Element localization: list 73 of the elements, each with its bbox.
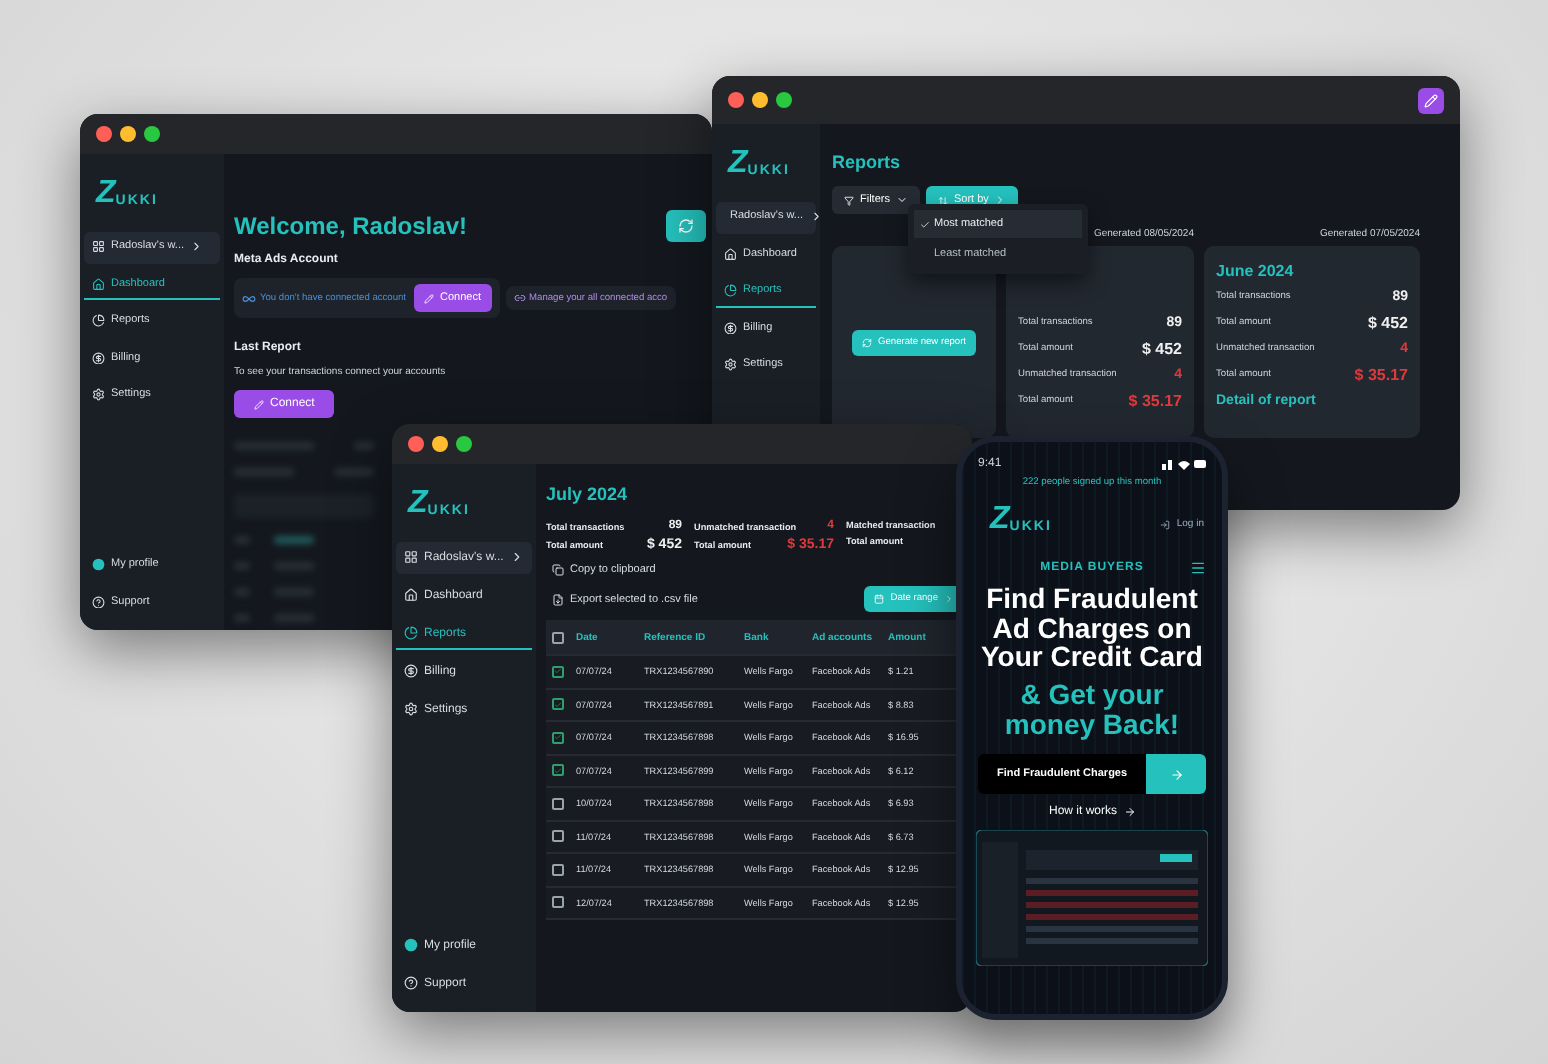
stat-value: $ 35.17: [1128, 392, 1182, 410]
checkbox[interactable]: [552, 863, 564, 876]
stat-value: $ 452: [1367, 314, 1408, 332]
user-dot-icon: [404, 938, 418, 952]
login-icon: [1160, 519, 1171, 529]
calendar-icon: [874, 594, 885, 604]
status-icons: [1162, 458, 1206, 470]
home-icon: [92, 277, 105, 290]
hero-accent: & Get your money Back!: [1002, 680, 1182, 739]
minimize-button[interactable]: [120, 126, 136, 142]
chevron-right-icon: [994, 194, 1007, 206]
home-icon: [724, 247, 737, 260]
chevron-right-icon: [190, 240, 204, 253]
dollar-icon: [724, 321, 737, 334]
filter-icon: [844, 195, 854, 205]
refresh-icon: [862, 337, 872, 347]
infinity-icon: [242, 291, 256, 305]
close-button[interactable]: [728, 92, 744, 108]
checkbox[interactable]: [552, 764, 564, 777]
settings-icon: [92, 388, 105, 401]
pie-chart-icon: [404, 626, 418, 640]
arrow-right-icon: [1169, 767, 1183, 782]
chevron-right-icon: [944, 594, 954, 604]
checkbox[interactable]: [552, 665, 564, 678]
edit-button[interactable]: [1418, 87, 1444, 113]
chevron-down-icon: [895, 194, 908, 206]
page-heading: July 2024: [546, 484, 630, 504]
close-button[interactable]: [96, 126, 112, 142]
pencil-icon: [254, 399, 264, 409]
pie-chart-icon: [724, 284, 737, 297]
pie-chart-icon: [92, 314, 105, 327]
stat-value: $ 35.17: [1354, 366, 1408, 384]
arrow-right-icon: [1123, 806, 1135, 819]
page-heading: Reports: [832, 152, 903, 172]
file-icon: [552, 594, 564, 606]
checkbox[interactable]: [552, 631, 564, 643]
copy-icon: [552, 564, 564, 576]
settings-icon: [404, 702, 418, 716]
maximize-button[interactable]: [456, 436, 472, 452]
pencil-icon: [424, 293, 435, 303]
report-title: June 2024: [1216, 262, 1296, 280]
minimize-button[interactable]: [432, 436, 448, 452]
welcome-heading: Welcome, Radoslav!: [234, 212, 467, 240]
sort-icon: [937, 195, 948, 205]
dollar-icon: [92, 351, 105, 364]
stat-value: $ 452: [1141, 340, 1182, 358]
user-dot-icon: [92, 558, 105, 571]
close-button[interactable]: [408, 436, 424, 452]
help-icon: [92, 595, 105, 608]
menu-icon[interactable]: [1189, 560, 1206, 576]
arrow-button[interactable]: [1146, 754, 1206, 795]
checkbox[interactable]: [552, 830, 564, 843]
dollar-icon: [404, 664, 418, 678]
checkbox[interactable]: [552, 896, 564, 909]
hero-headline: Find Fraudulent Ad Charges on Your Credit Card: [979, 584, 1205, 673]
checkbox[interactable]: [552, 797, 564, 810]
settings-icon: [724, 358, 737, 371]
chevron-right-icon: [809, 210, 823, 223]
link-icon: [513, 292, 526, 304]
refresh-icon: [678, 218, 694, 234]
maximize-button[interactable]: [144, 126, 160, 142]
minimize-button[interactable]: [752, 92, 768, 108]
checkbox[interactable]: [552, 698, 564, 711]
grid-icon: [404, 550, 418, 564]
home-icon: [404, 588, 418, 602]
maximize-button[interactable]: [776, 92, 792, 108]
checkbox[interactable]: [552, 731, 564, 744]
chevron-right-icon: [509, 550, 524, 564]
refresh-button[interactable]: [666, 210, 706, 242]
check-icon: [920, 219, 930, 229]
help-icon: [404, 976, 418, 990]
pencil-icon: [1424, 93, 1438, 107]
grid-icon: [92, 240, 105, 253]
